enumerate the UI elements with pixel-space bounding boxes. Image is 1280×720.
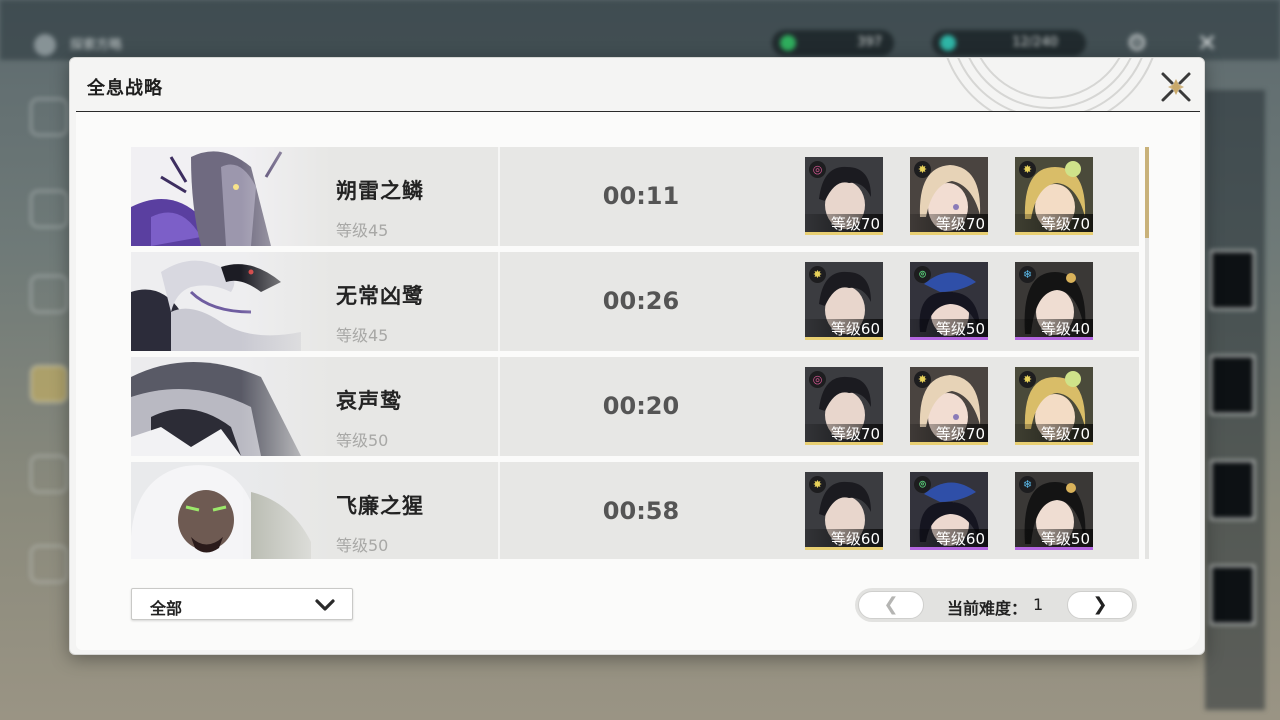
difficulty-value: 1 xyxy=(1033,595,1044,614)
boss-name: 朔雷之鳞 xyxy=(336,179,424,203)
glacio-element-icon: ❄ xyxy=(1019,266,1036,283)
rarity-bar xyxy=(910,232,988,235)
character-card[interactable]: ✸ 等级70 xyxy=(1015,367,1093,445)
background-close-icon: ✕ xyxy=(1196,29,1218,57)
rarity-bar xyxy=(1015,547,1093,550)
character-card[interactable]: ◎ 等级70 xyxy=(805,157,883,235)
stamina-value: 12/240 xyxy=(1012,35,1058,50)
rarity-bar xyxy=(910,337,988,340)
background-currency-2: 12/240 xyxy=(932,30,1086,56)
filter-dropdown[interactable]: 全部 xyxy=(131,588,353,620)
boss-record-list[interactable]: 朔雷之鳞 等级45 00:11 ◎ 等级70 ✸ 等级70 ✸ 等级70 无常凶… xyxy=(131,147,1139,559)
background-slot xyxy=(1210,355,1255,415)
row-divider xyxy=(498,462,500,559)
character-card[interactable]: ⌾ 等级50 xyxy=(910,262,988,340)
close-x-icon[interactable] xyxy=(1155,66,1197,108)
dialog-header: 全息战略 xyxy=(70,58,1206,114)
row-divider xyxy=(498,252,500,351)
boss-name: 飞廉之猩 xyxy=(336,494,424,518)
character-card[interactable]: ◎ 等级70 xyxy=(805,367,883,445)
boss-level: 等级45 xyxy=(336,326,389,345)
clear-time: 00:20 xyxy=(602,392,680,420)
spectro-element-icon: ✸ xyxy=(1019,161,1036,178)
clear-time: 00:11 xyxy=(602,182,680,210)
background-slot xyxy=(1210,250,1255,310)
clear-time: 00:26 xyxy=(602,287,680,315)
background-menu-icon xyxy=(34,34,56,56)
spectro-element-icon: ✸ xyxy=(809,266,826,283)
character-card[interactable]: ✸ 等级70 xyxy=(910,157,988,235)
spectro-element-icon: ✸ xyxy=(914,371,931,388)
team-lineup: ◎ 等级70 ✸ 等级70 ✸ 等级70 xyxy=(805,157,1105,235)
previous-difficulty-button[interactable]: ❮ xyxy=(858,591,924,619)
glacio-element-icon: ❄ xyxy=(1019,476,1036,493)
boss-portrait xyxy=(131,357,331,456)
currency-value: 397 xyxy=(857,35,882,50)
rarity-bar xyxy=(805,547,883,550)
havoc-element-icon: ◎ xyxy=(809,371,826,388)
aero-element-icon: ⌾ xyxy=(914,476,931,493)
boss-level: 等级45 xyxy=(336,221,389,240)
team-lineup: ◎ 等级70 ✸ 等级70 ✸ 等级70 xyxy=(805,367,1105,445)
team-lineup: ✸ 等级60 ⌾ 等级60 ❄ 等级50 xyxy=(805,472,1105,550)
background-side-icon xyxy=(30,98,68,136)
background-slot xyxy=(1210,460,1255,520)
character-card[interactable]: ✸ 等级70 xyxy=(910,367,988,445)
rarity-bar xyxy=(805,337,883,340)
background-currency-1: 397 xyxy=(772,30,894,56)
dialog-title: 全息战略 xyxy=(87,78,163,99)
team-lineup: ✸ 等级60 ⌾ 等级50 ❄ 等级40 xyxy=(805,262,1105,340)
background-side-icon xyxy=(30,275,68,313)
character-card[interactable]: ✸ 等级70 xyxy=(1015,157,1093,235)
background-screen-title: 探索方略 xyxy=(70,38,123,53)
boss-name: 哀声鸷 xyxy=(336,389,402,413)
background-side-icon xyxy=(30,190,68,228)
currency-icon xyxy=(780,35,796,51)
background-side-icon xyxy=(30,365,68,403)
rarity-bar xyxy=(1015,232,1093,235)
aero-element-icon: ⌾ xyxy=(914,266,931,283)
character-card[interactable]: ❄ 等级50 xyxy=(1015,472,1093,550)
next-difficulty-button[interactable]: ❯ xyxy=(1067,591,1133,619)
spectro-element-icon: ✸ xyxy=(1019,371,1036,388)
background-side-icon xyxy=(30,545,68,583)
background-settings-icon: ⚙ xyxy=(1126,29,1148,57)
boss-portrait xyxy=(131,252,331,351)
character-card[interactable]: ✸ 等级60 xyxy=(805,262,883,340)
difficulty-pager: ❮ 当前难度： 1 ❯ xyxy=(855,588,1137,622)
boss-record-row[interactable]: 朔雷之鳞 等级45 00:11 ◎ 等级70 ✸ 等级70 ✸ 等级70 xyxy=(131,147,1139,246)
boss-portrait xyxy=(131,462,331,559)
holographic-strategy-dialog: 全息战略 朔雷之鳞 等级45 00:11 ◎ 等级70 ✸ 等级70 ✸ 等级7… xyxy=(69,57,1205,655)
rarity-bar xyxy=(1015,337,1093,340)
boss-portrait xyxy=(131,147,331,246)
boss-name: 无常凶鹭 xyxy=(336,284,424,308)
boss-record-row[interactable]: 无常凶鹭 等级45 00:26 ✸ 等级60 ⌾ 等级50 ❄ 等级40 xyxy=(131,252,1139,351)
rarity-bar xyxy=(910,442,988,445)
filter-selected-value: 全部 xyxy=(150,599,183,618)
rarity-bar xyxy=(805,232,883,235)
clear-time: 00:58 xyxy=(602,497,680,525)
background-slot xyxy=(1210,565,1255,625)
background-side-icon xyxy=(30,455,68,493)
spectro-element-icon: ✸ xyxy=(809,476,826,493)
row-divider xyxy=(498,357,500,456)
character-card[interactable]: ✸ 等级60 xyxy=(805,472,883,550)
rarity-bar xyxy=(805,442,883,445)
spectro-element-icon: ✸ xyxy=(914,161,931,178)
havoc-element-icon: ◎ xyxy=(809,161,826,178)
rarity-bar xyxy=(910,547,988,550)
chevron-down-icon xyxy=(315,599,335,611)
background-topbar xyxy=(0,0,1280,60)
boss-level: 等级50 xyxy=(336,431,389,450)
list-scrollbar-thumb[interactable] xyxy=(1145,147,1149,238)
boss-level: 等级50 xyxy=(336,536,389,555)
row-divider xyxy=(498,147,500,246)
rarity-bar xyxy=(1015,442,1093,445)
difficulty-label: 当前难度： xyxy=(947,599,1028,618)
character-card[interactable]: ⌾ 等级60 xyxy=(910,472,988,550)
stamina-icon xyxy=(940,35,956,51)
boss-record-row[interactable]: 哀声鸷 等级50 00:20 ◎ 等级70 ✸ 等级70 ✸ 等级70 xyxy=(131,357,1139,456)
boss-record-row[interactable]: 飞廉之猩 等级50 00:58 ✸ 等级60 ⌾ 等级60 ❄ 等级50 xyxy=(131,462,1139,559)
character-card[interactable]: ❄ 等级40 xyxy=(1015,262,1093,340)
